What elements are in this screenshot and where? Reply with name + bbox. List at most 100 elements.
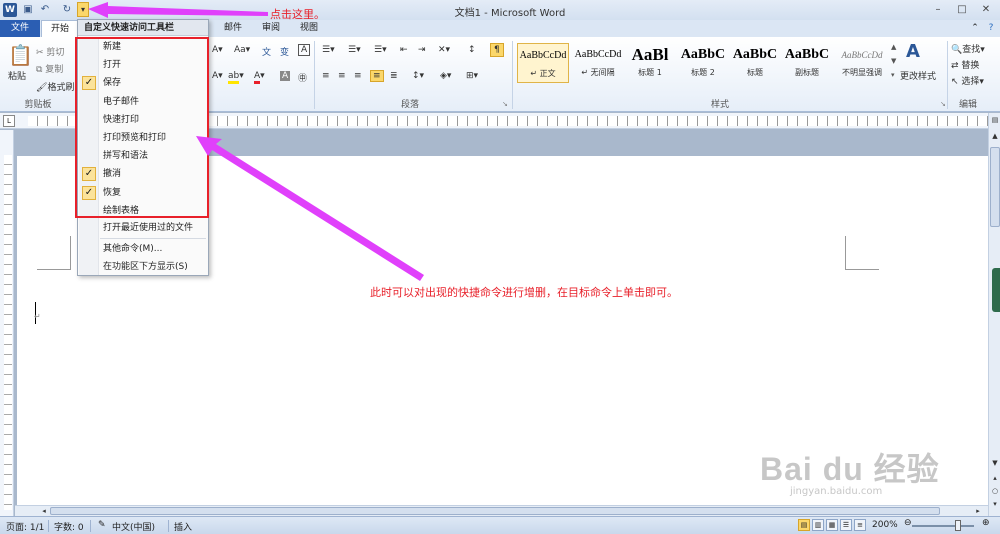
multilevel-list-icon[interactable]: ☰▾ <box>374 45 387 55</box>
tab-file[interactable]: 文件 <box>0 20 40 37</box>
menu-item[interactable]: 新建 <box>79 38 208 56</box>
scroll-down-icon[interactable]: ▼ <box>990 458 1000 468</box>
phonetic-guide-icon[interactable]: 文 <box>262 45 271 58</box>
format-painter-button[interactable]: 🖌格式刷 <box>36 80 74 93</box>
vertical-ruler[interactable] <box>0 130 14 516</box>
shading-icon[interactable]: ◈▾ <box>440 71 451 81</box>
menu-item[interactable]: 电子邮件 <box>79 93 208 111</box>
style-subtitle[interactable]: AaBbC 副标题 <box>781 43 833 83</box>
scroll-left-icon[interactable]: ◂ <box>39 506 49 516</box>
style-subtle-emphasis[interactable]: AaBbCcDd 不明显强调 <box>834 43 890 83</box>
text-effect-icon[interactable]: A▾ <box>212 71 223 81</box>
increase-indent-icon[interactable]: ⇥ <box>418 45 426 55</box>
paste-button[interactable]: 粘贴 <box>8 69 26 82</box>
cut-button[interactable]: ✂ 剪切 <box>36 45 64 58</box>
enclose-char-icon[interactable]: ㊥ <box>298 71 307 84</box>
paragraph-launcher-icon[interactable]: ↘ <box>502 100 508 108</box>
styles-launcher-icon[interactable]: ↘ <box>940 100 946 108</box>
zoom-out-icon[interactable]: ⊖ <box>904 518 912 528</box>
styles-scroll-up-icon[interactable]: ▲ <box>891 43 896 51</box>
status-word-count[interactable]: 字数: 0 <box>54 520 84 533</box>
line-spacing-icon[interactable]: ↕▾ <box>412 71 424 81</box>
chinese-layout-icon[interactable]: ✕▾ <box>438 45 450 55</box>
scroll-up-icon[interactable]: ▲ <box>990 131 1000 141</box>
prev-page-icon[interactable]: ▴ <box>990 473 1000 483</box>
align-center-icon[interactable]: ≡ <box>338 71 346 81</box>
change-case-icon[interactable]: Aa▾ <box>234 45 250 55</box>
copy-button[interactable]: ⧉ 复制 <box>36 62 63 75</box>
zoom-slider[interactable] <box>912 525 974 527</box>
select-button[interactable]: ↖ 选择▾ <box>951 74 984 87</box>
align-left-icon[interactable]: ≡ <box>322 71 330 81</box>
status-language[interactable]: 中文(中国) <box>112 520 155 533</box>
menu-item[interactable]: ✓ 保存 <box>79 74 208 92</box>
scroll-thumb[interactable] <box>50 507 940 515</box>
maximize-button[interactable]: □ <box>952 2 972 17</box>
bullets-icon[interactable]: ☰▾ <box>322 45 335 55</box>
tab-view[interactable]: 视图 <box>294 20 324 37</box>
menu-item[interactable]: 拼写和语法 <box>79 147 208 165</box>
paste-icon[interactable]: 📋 <box>8 43 33 67</box>
tab-selector-icon[interactable]: L <box>3 115 15 127</box>
status-insert-mode[interactable]: 插入 <box>174 520 192 533</box>
scroll-thumb[interactable] <box>990 147 1000 227</box>
char-shading-icon[interactable]: A <box>280 71 291 81</box>
browse-object-icon[interactable]: ○ <box>990 486 1000 496</box>
outline-view-icon[interactable]: ☰ <box>840 519 852 531</box>
undo-icon[interactable]: ↶ <box>38 3 52 17</box>
zoom-in-icon[interactable]: ⊕ <box>982 518 990 528</box>
spellcheck-icon[interactable]: ✎ <box>98 520 106 530</box>
menu-item-show-below-ribbon[interactable]: 在功能区下方显示(S) <box>79 258 208 276</box>
style-no-spacing[interactable]: AaBbCcDd ↵ 无间隔 <box>572 43 624 83</box>
style-title[interactable]: AaBbC 标题 <box>729 43 781 83</box>
menu-item[interactable]: 打开最近使用过的文件 <box>79 219 208 237</box>
next-page-icon[interactable]: ▾ <box>990 499 1000 509</box>
show-marks-icon[interactable]: ¶ <box>490 43 504 57</box>
font-color-icon[interactable]: A▾ <box>254 71 265 84</box>
menu-item[interactable]: 打开 <box>79 56 208 74</box>
styles-scroll-down-icon[interactable]: ▼ <box>891 57 896 65</box>
close-button[interactable]: ✕ <box>976 2 996 17</box>
ribbon-minimize-icon[interactable]: ⌃ <box>968 20 982 37</box>
print-layout-view-icon[interactable]: ▤ <box>798 519 810 531</box>
minimize-button[interactable]: – <box>928 2 948 17</box>
zoom-level[interactable]: 200% <box>872 520 898 530</box>
vertical-scrollbar[interactable]: ▤ ▲ ▼ ▴ ○ ▾ <box>988 113 1000 516</box>
distributed-icon[interactable]: ≣ <box>390 71 398 81</box>
borders-icon[interactable]: ⊞▾ <box>466 71 478 81</box>
horizontal-scrollbar[interactable]: ◂ ▸ <box>15 505 988 516</box>
menu-item[interactable]: ✓ 恢复 <box>79 184 208 202</box>
qat-customize-dropdown-button[interactable]: ▾ <box>77 2 89 17</box>
scroll-right-icon[interactable]: ▸ <box>973 506 983 516</box>
menu-item[interactable]: 快速打印 <box>79 111 208 129</box>
font-size-down-icon[interactable]: A▾ <box>212 45 223 55</box>
replace-button[interactable]: ⇄ 替换 <box>951 58 979 71</box>
web-layout-view-icon[interactable]: ▦ <box>826 519 838 531</box>
tab-mailings[interactable]: 邮件 <box>218 20 248 37</box>
style-heading-2[interactable]: AaBbC 标题 2 <box>677 43 729 83</box>
decrease-indent-icon[interactable]: ⇤ <box>400 45 408 55</box>
word-app-icon[interactable]: W <box>3 3 17 17</box>
save-icon[interactable]: ▣ <box>21 3 35 17</box>
style-heading-1[interactable]: AaBl 标题 1 <box>624 43 676 83</box>
reading-view-icon[interactable]: ▥ <box>812 519 824 531</box>
styles-more-icon[interactable]: ▾ <box>891 71 895 79</box>
ruler-toggle-icon[interactable]: ▤ <box>990 115 1000 125</box>
highlight-icon[interactable]: ab▾ <box>228 71 244 84</box>
menu-item[interactable]: 绘制表格 <box>79 202 208 220</box>
change-styles-button[interactable]: 更改样式 <box>900 69 936 82</box>
side-widget-tab[interactable] <box>992 268 1000 312</box>
numbering-icon[interactable]: ☰▾ <box>348 45 361 55</box>
justify-icon[interactable]: ≡ <box>370 70 384 82</box>
draft-view-icon[interactable]: ≡ <box>854 519 866 531</box>
help-icon[interactable]: ? <box>984 20 998 37</box>
tab-home[interactable]: 开始 <box>41 20 79 37</box>
menu-item[interactable]: 打印预览和打印 <box>79 129 208 147</box>
menu-item[interactable]: ✓ 撤消 <box>79 165 208 183</box>
change-styles-icon[interactable]: A <box>906 41 920 62</box>
find-button[interactable]: 🔍查找▾ <box>951 42 985 55</box>
zoom-slider-knob[interactable] <box>955 520 961 531</box>
char-border-icon[interactable]: A <box>298 44 311 56</box>
redo-icon[interactable]: ↻ <box>60 3 74 17</box>
tab-review[interactable]: 审阅 <box>256 20 286 37</box>
